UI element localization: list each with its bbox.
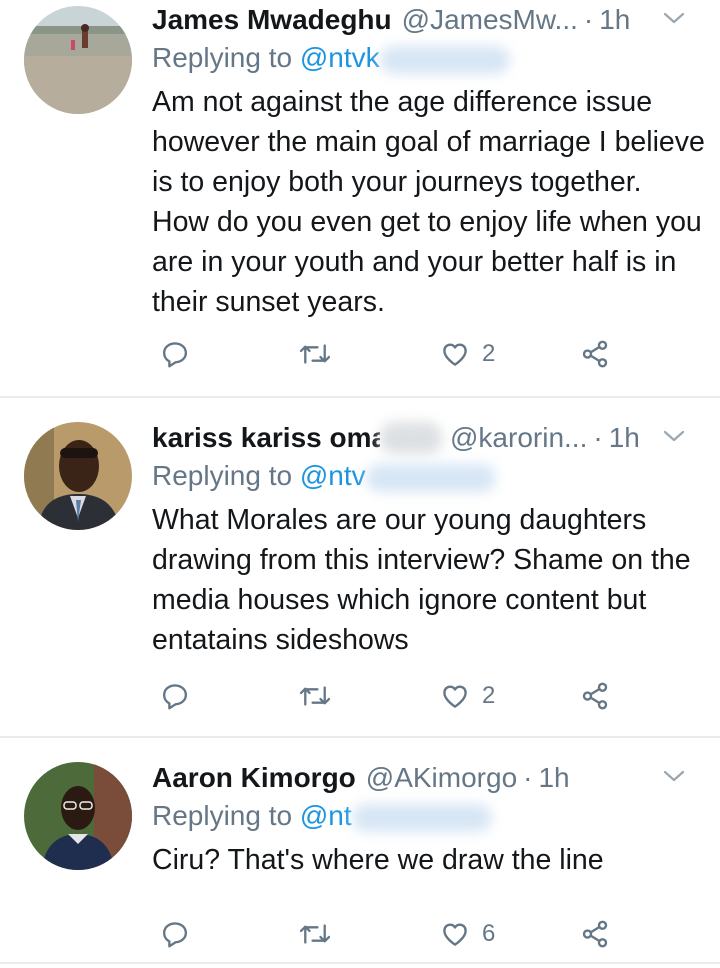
like-icon bbox=[443, 685, 467, 708]
tweet[interactable]: James Mwadeghu @JamesMw... · 1h Replying… bbox=[0, 0, 720, 398]
tweet-actions: 6 bbox=[152, 914, 720, 954]
chevron-down-icon[interactable] bbox=[662, 764, 686, 788]
like-count: 2 bbox=[482, 340, 496, 367]
like-button[interactable]: 2 bbox=[440, 334, 495, 374]
timestamp[interactable]: 1h bbox=[538, 762, 569, 794]
like-count: 2 bbox=[482, 682, 496, 709]
replying-to: Replying to @ntv bbox=[152, 460, 706, 498]
display-name[interactable]: kariss kariss omar bbox=[152, 422, 380, 454]
redaction-blur bbox=[351, 803, 492, 832]
tweet-text: Am not against the age difference issue … bbox=[152, 86, 705, 318]
replying-to: Replying to @ntvk bbox=[152, 42, 706, 80]
timestamp[interactable]: 1h bbox=[609, 422, 640, 454]
avatar[interactable] bbox=[24, 422, 132, 530]
redaction-blur bbox=[380, 422, 442, 454]
retweet-button[interactable] bbox=[298, 334, 332, 374]
tweet[interactable]: kariss kariss omar @karorin... · 1h Repl… bbox=[0, 398, 720, 738]
reply-icon bbox=[162, 684, 188, 710]
share-button[interactable] bbox=[580, 334, 610, 374]
redaction-blur bbox=[379, 45, 510, 74]
like-icon bbox=[443, 923, 467, 946]
reply-icon bbox=[162, 922, 188, 948]
retweet-icon bbox=[299, 924, 331, 944]
redaction-blur bbox=[365, 463, 496, 492]
display-name[interactable]: James Mwadeghu bbox=[152, 4, 392, 36]
tweet-header: kariss kariss omar @karorin... · 1h bbox=[152, 422, 640, 454]
tweet-text: Ciru? That's where we draw the line bbox=[152, 844, 604, 876]
like-button[interactable]: 6 bbox=[440, 914, 495, 954]
share-icon bbox=[582, 682, 608, 710]
share-icon bbox=[582, 920, 608, 948]
reply-button[interactable] bbox=[160, 676, 190, 716]
retweet-button[interactable] bbox=[298, 676, 332, 716]
like-icon bbox=[443, 343, 467, 366]
tweet-feed: James Mwadeghu @JamesMw... · 1h Replying… bbox=[0, 0, 720, 964]
tweet[interactable]: Aaron Kimorgo @AKimorgo · 1h Replying to… bbox=[0, 738, 720, 964]
replying-to: Replying to @nt bbox=[152, 800, 706, 838]
timestamp[interactable]: 1h bbox=[599, 4, 630, 36]
tweet-header: Aaron Kimorgo @AKimorgo · 1h bbox=[152, 762, 570, 794]
tweet-actions: 2 bbox=[152, 334, 720, 374]
avatar[interactable] bbox=[24, 762, 132, 870]
display-name[interactable]: Aaron Kimorgo bbox=[152, 762, 356, 794]
retweet-icon bbox=[299, 686, 331, 706]
user-handle[interactable]: @JamesMw... bbox=[402, 4, 578, 36]
reply-icon bbox=[162, 342, 188, 368]
mention-link[interactable]: @ntv bbox=[300, 460, 366, 491]
share-button[interactable] bbox=[580, 914, 610, 954]
share-icon bbox=[582, 340, 608, 368]
reply-button[interactable] bbox=[160, 914, 190, 954]
retweet-button[interactable] bbox=[298, 914, 332, 954]
chevron-down-icon[interactable] bbox=[662, 6, 686, 30]
like-count: 6 bbox=[482, 920, 496, 947]
mention-link[interactable]: @nt bbox=[300, 800, 352, 831]
retweet-icon bbox=[299, 344, 331, 364]
avatar[interactable] bbox=[24, 6, 132, 114]
chevron-down-icon[interactable] bbox=[662, 424, 686, 448]
tweet-text: What Morales are our young daughters dra… bbox=[152, 504, 691, 656]
mention-link[interactable]: @ntvk bbox=[300, 42, 380, 73]
like-button[interactable]: 2 bbox=[440, 676, 495, 716]
tweet-actions: 2 bbox=[152, 676, 720, 716]
user-handle[interactable]: @karorin... bbox=[450, 422, 587, 454]
reply-button[interactable] bbox=[160, 334, 190, 374]
user-handle[interactable]: @AKimorgo bbox=[366, 762, 517, 794]
share-button[interactable] bbox=[580, 676, 610, 716]
tweet-header: James Mwadeghu @JamesMw... · 1h bbox=[152, 4, 631, 36]
